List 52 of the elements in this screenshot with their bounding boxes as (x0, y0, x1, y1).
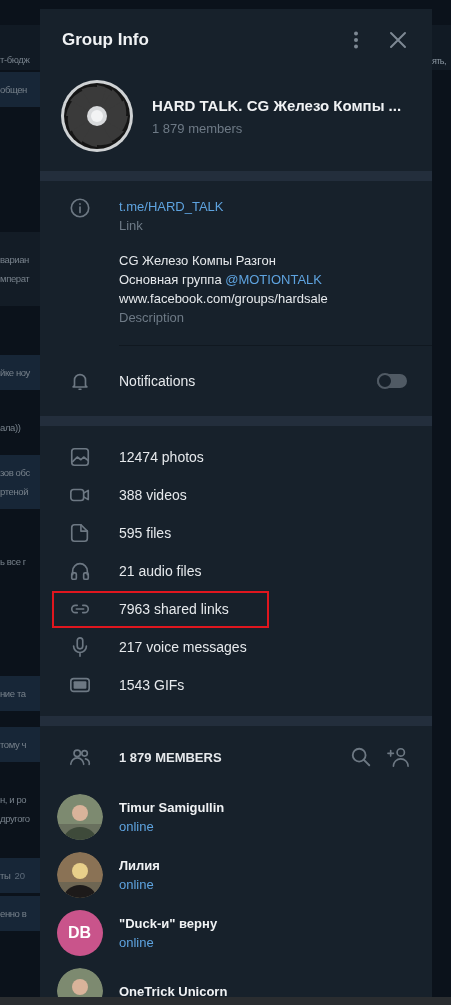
message-text: тому ч (0, 738, 28, 752)
media-item[interactable]: 7963 shared links (119, 601, 229, 617)
group-link[interactable]: t.me/HARD_TALK (119, 199, 224, 214)
message-text: енно в (0, 907, 28, 921)
member-name: "Duck-и" верну (119, 916, 218, 931)
message-text: зов обс (0, 466, 31, 480)
member-name: Лилия (119, 858, 160, 873)
message-text: ртеной (0, 485, 30, 499)
member-status: online (119, 819, 155, 834)
message-time: 20 (14, 869, 25, 883)
message-text: ты (0, 869, 11, 883)
group-name: HARD TALK. CG Железо Компы ... (152, 96, 402, 114)
member-count: 1 879 members (152, 120, 244, 136)
message-text: общен (0, 83, 28, 97)
media-item[interactable]: 12474 photos (119, 449, 204, 465)
message-text: ь все г (0, 555, 27, 569)
photo-icon (68, 446, 91, 468)
notifications-toggle[interactable] (377, 374, 407, 388)
message-text: йке ноу (0, 366, 31, 380)
members-heading: 1 879 MEMBERS (119, 749, 223, 765)
message-text: другого (0, 812, 31, 826)
member-status: online (119, 935, 155, 950)
info-icon (68, 197, 91, 219)
media-item[interactable]: 595 files (119, 525, 172, 541)
media-item[interactable]: 217 voice messages (119, 639, 247, 655)
message-text: ние та (0, 687, 27, 701)
member-row[interactable]: Лилия online (40, 846, 432, 904)
media-item[interactable]: 21 audio files (119, 563, 202, 579)
group-description: CG Железо Компы Разгон Основная группа @MOTIONTALK www.facebook.com/groups/hardsale (119, 252, 329, 308)
member-name: Timur Samigullin (119, 800, 225, 815)
member-status: online (119, 877, 155, 892)
message-text: т-бюдж (0, 53, 31, 67)
member-row[interactable]: Timur Samigullin online (40, 788, 432, 846)
window-title: Group Info (62, 30, 150, 50)
media-item[interactable]: 388 videos (119, 487, 187, 503)
notifications-label: Notifications (119, 373, 197, 389)
headphones-icon (68, 560, 91, 582)
link-label: Link (119, 217, 144, 235)
media-item[interactable]: 1543 GIFs (119, 677, 185, 693)
message-text: ала)) (0, 421, 22, 435)
member-row[interactable]: OneTrick Unicorn (40, 962, 432, 997)
member-row[interactable]: DB "Duck-и" верну online (40, 904, 432, 962)
message-text: ять, (432, 55, 447, 68)
mention-link[interactable]: @MOTIONTALK (225, 272, 322, 287)
message-text: мперат (0, 272, 31, 286)
member-name: OneTrick Unicorn (119, 983, 228, 997)
message-text: вариан (0, 253, 30, 267)
people-icon (68, 746, 91, 768)
message-text: н, и ро (0, 793, 28, 807)
avatar-initials: DB (56, 910, 103, 956)
description-label: Description (119, 309, 186, 327)
file-icon (68, 522, 91, 544)
